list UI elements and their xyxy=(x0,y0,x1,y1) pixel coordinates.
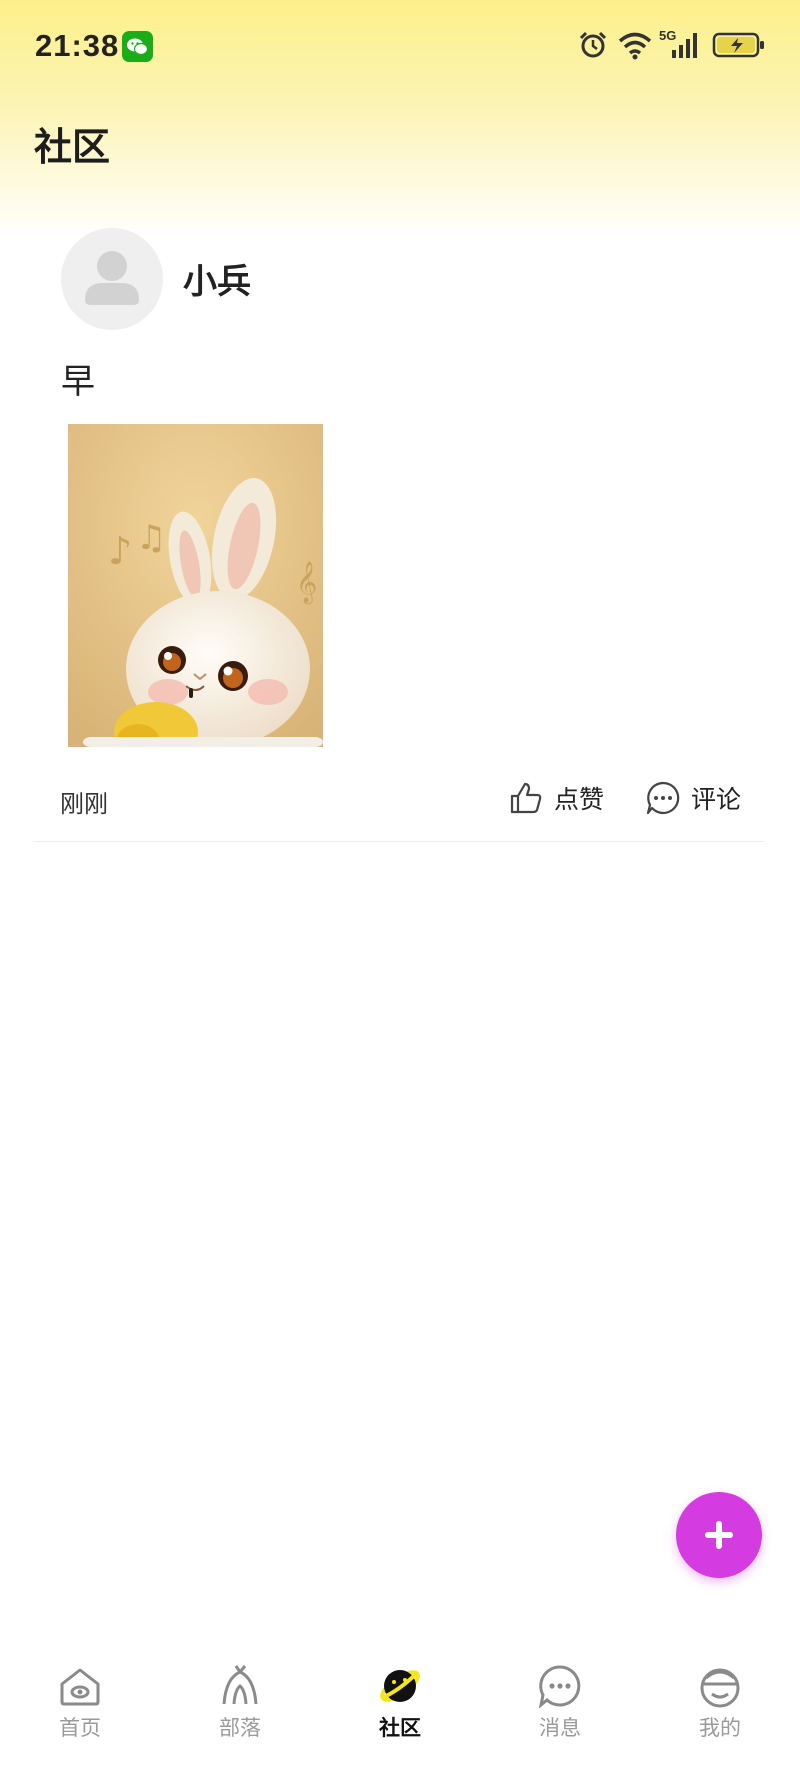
like-label: 点赞 xyxy=(554,785,605,814)
comment-label: 评论 xyxy=(691,785,742,814)
create-post-button[interactable] xyxy=(676,1492,762,1578)
comment-button[interactable]: 评论 xyxy=(645,778,741,818)
message-icon xyxy=(538,1665,581,1708)
tab-tribe[interactable]: 部落 xyxy=(180,1664,300,1754)
tab-messages-label: 消息 xyxy=(539,1716,581,1740)
tribe-icon xyxy=(222,1665,258,1705)
wifi-icon xyxy=(618,32,652,60)
post-text: 早 xyxy=(61,362,95,402)
page-title: 社区 xyxy=(34,125,111,169)
status-bar: 21:38 5G xyxy=(0,0,800,94)
battery-charging-icon xyxy=(712,32,764,58)
tab-messages[interactable]: 消息 xyxy=(500,1664,620,1754)
tab-tribe-label: 部落 xyxy=(219,1716,261,1740)
tab-home-label: 首页 xyxy=(59,1716,101,1740)
post-divider xyxy=(34,841,765,842)
post-timestamp: 刚刚 xyxy=(60,790,108,818)
thumbs-up-icon xyxy=(510,782,542,814)
tab-home[interactable]: 首页 xyxy=(20,1664,140,1754)
avatar[interactable] xyxy=(61,228,163,330)
svg-text:♪: ♪ xyxy=(108,529,132,573)
tab-profile-label: 我的 xyxy=(699,1716,741,1740)
post-image[interactable]: ♪ ♫ 𝄞 xyxy=(68,424,323,747)
tab-community[interactable]: 社区 xyxy=(340,1664,460,1754)
default-avatar-icon xyxy=(85,251,139,305)
bottom-tab-bar: 首页 部落 社区 消息 我的 xyxy=(0,1650,800,1765)
alarm-icon xyxy=(579,31,607,58)
signal-icon xyxy=(672,33,697,58)
profile-icon xyxy=(700,1668,740,1708)
status-time: 21:38 xyxy=(35,28,120,63)
planet-icon xyxy=(380,1670,420,1702)
cartoon-bunny-image: ♪ ♫ 𝄞 xyxy=(68,424,323,747)
plus-icon xyxy=(705,1521,733,1549)
comment-icon xyxy=(646,781,680,815)
like-button[interactable]: 点赞 xyxy=(508,778,604,818)
tab-profile[interactable]: 我的 xyxy=(660,1664,780,1754)
status-icons: 5G xyxy=(556,28,766,66)
svg-text:𝄞: 𝄞 xyxy=(296,561,317,604)
author-name[interactable]: 小兵 xyxy=(183,254,251,303)
svg-text:♫: ♫ xyxy=(136,518,166,558)
tab-community-label: 社区 xyxy=(379,1716,421,1740)
home-icon xyxy=(60,1668,100,1706)
wechat-icon xyxy=(122,31,153,62)
